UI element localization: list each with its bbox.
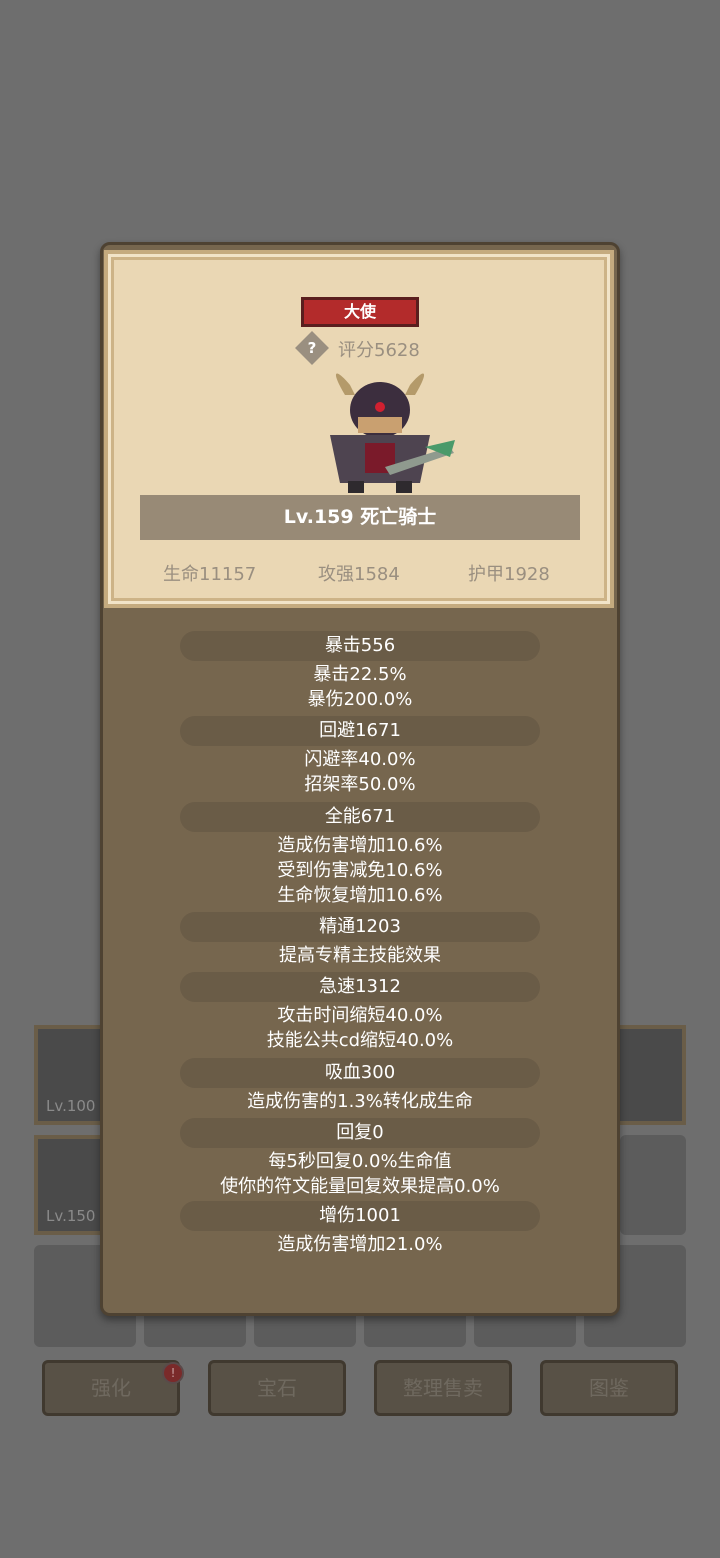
stat-line: 生命恢复增加10.6%	[277, 885, 443, 906]
empty-slot[interactable]	[620, 1135, 686, 1235]
stat-header-haste: 急速1312	[180, 972, 540, 1002]
codex-button[interactable]: 图鉴	[540, 1360, 678, 1416]
hero-name: Lv.159 死亡骑士	[140, 495, 580, 540]
stat-header-damage-boost: 增伤1001	[180, 1201, 540, 1231]
attack-stat: 攻强1584	[318, 564, 400, 585]
alert-badge-icon: !	[162, 1362, 184, 1384]
stat-line: 暴击22.5%	[313, 664, 407, 685]
stat-header-mastery: 精通1203	[180, 912, 540, 942]
death-knight-portrait	[330, 373, 455, 493]
stat-header-versatility: 全能671	[180, 802, 540, 832]
stat-line: 招架率50.0%	[304, 774, 416, 795]
help-icon[interactable]: ?	[295, 331, 329, 365]
armor-stat: 护甲1928	[468, 564, 550, 585]
stat-line: 受到伤害减免10.6%	[277, 860, 443, 881]
stat-line: 使你的符文能量回复效果提高0.0%	[220, 1176, 500, 1197]
stat-line: 攻击时间缩短40.0%	[277, 1005, 443, 1026]
stat-line: 每5秒回复0.0%生命值	[268, 1151, 452, 1172]
stat-header-lifesteal: 吸血300	[180, 1058, 540, 1088]
stat-line: 暴伤200.0%	[307, 689, 413, 710]
stat-line: 提高专精主技能效果	[279, 945, 441, 966]
equipment-level: Lv.150	[46, 1207, 96, 1225]
enhance-button[interactable]: 强化	[42, 1360, 180, 1416]
hp-stat: 生命11157	[163, 564, 257, 585]
stat-header-avoidance: 回避1671	[180, 716, 540, 746]
rank-tag: 大使	[301, 297, 419, 327]
stat-header-crit: 暴击556	[180, 631, 540, 661]
stat-line: 技能公共cd缩短40.0%	[266, 1030, 454, 1051]
gem-button[interactable]: 宝石	[208, 1360, 346, 1416]
stat-line: 造成伤害的1.3%转化成生命	[247, 1091, 473, 1112]
stat-line: 造成伤害增加21.0%	[277, 1234, 443, 1255]
stat-line: 闪避率40.0%	[304, 749, 416, 770]
equipment-level: Lv.100	[46, 1097, 96, 1115]
sort-sell-button[interactable]: 整理售卖	[374, 1360, 512, 1416]
stat-line: 造成伤害增加10.6%	[277, 835, 443, 856]
hero-score: 评分5628	[338, 340, 420, 361]
stat-header-regen: 回复0	[180, 1118, 540, 1148]
